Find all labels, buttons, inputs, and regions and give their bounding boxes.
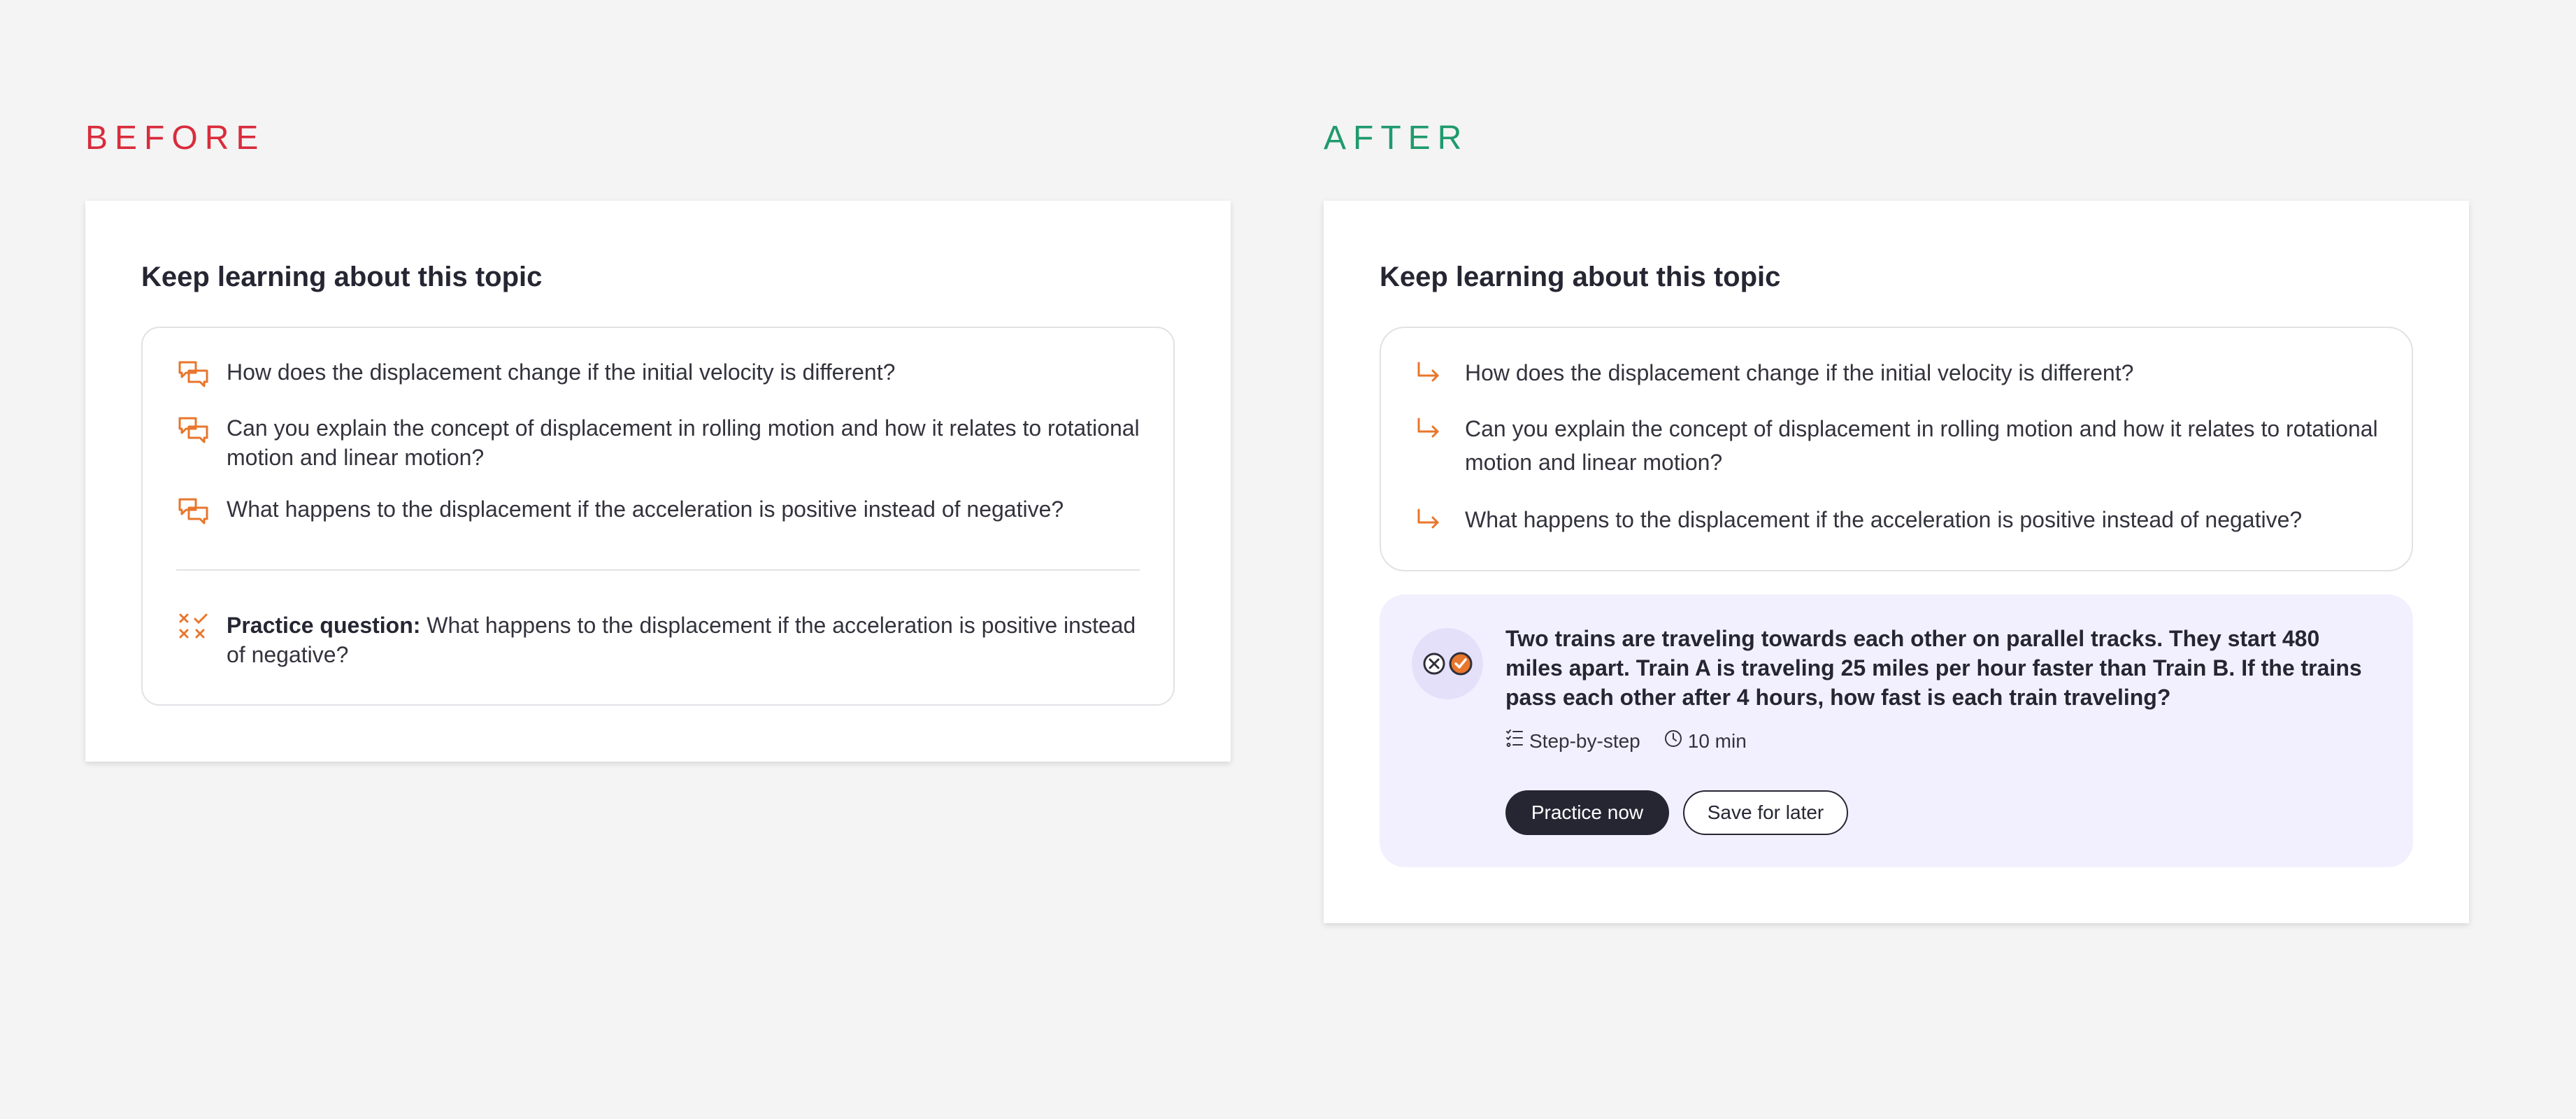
suggestion-item[interactable]: What happens to the displacement if the … [178,494,1145,528]
cross-check-icon [178,612,210,644]
meta-time-text: 10 min [1687,729,1747,752]
meta-type: Step-by-step [1505,729,1640,753]
suggestion-item[interactable]: What happens to the displacement if the … [1415,503,2384,536]
suggestion-item[interactable]: How does the displacement change if the … [178,357,1145,391]
practice-now-button[interactable]: Practice now [1505,790,1669,835]
after-label: AFTER [1324,120,1469,157]
suggestions-box: How does the displacement change if the … [1380,327,2413,571]
suggestion-text: Can you explain the concept of displacem… [1465,416,2378,475]
practice-question: Two trains are traveling towards each ot… [1505,626,2362,710]
suggestion-text: How does the displacement change if the … [227,359,896,385]
before-panel: Keep learning about this topic How does … [85,201,1231,762]
chat-bubbles-icon [178,359,210,391]
save-for-later-button[interactable]: Save for later [1683,790,1848,835]
chat-bubbles-icon [178,415,210,447]
suggestion-text: What happens to the displacement if the … [1465,507,2303,532]
panel-title: Keep learning about this topic [141,262,543,292]
suggestion-text: How does the displacement change if the … [1465,360,2134,385]
suggestion-text: What happens to the displacement if the … [227,497,1064,522]
suggestion-item[interactable]: Can you explain the concept of displacem… [1415,412,2384,479]
meta-type-text: Step-by-step [1529,729,1640,752]
steps-list-icon [1505,729,1529,753]
practice-question-prefix: Practice question: [227,613,421,638]
suggestion-text: Can you explain the concept of displacem… [227,415,1140,470]
suggestions-box: How does the displacement change if the … [141,327,1175,706]
arrow-turn-right-icon [1415,506,1443,534]
practice-question-item[interactable]: Practice question: What happens to the d… [178,611,1145,669]
chat-bubbles-icon [178,496,210,528]
practice-meta: Step-by-step 10 min [1505,729,1770,753]
arrow-turn-right-icon [1415,415,1443,443]
practice-card: Two trains are traveling towards each ot… [1380,594,2413,867]
divider [176,569,1140,571]
panel-title: Keep learning about this topic [1380,262,1781,292]
meta-time: 10 min [1664,729,1747,753]
suggestion-item[interactable]: Can you explain the concept of displacem… [178,413,1145,472]
after-panel: Keep learning about this topic How does … [1324,201,2469,923]
before-label: BEFORE [85,120,266,157]
practice-question-text: Practice question: What happens to the d… [227,611,1145,669]
arrow-turn-right-icon [1415,359,1443,387]
suggestion-item[interactable]: How does the displacement change if the … [1415,356,2384,390]
clock-icon [1664,729,1688,753]
wrong-right-icon [1412,628,1483,699]
